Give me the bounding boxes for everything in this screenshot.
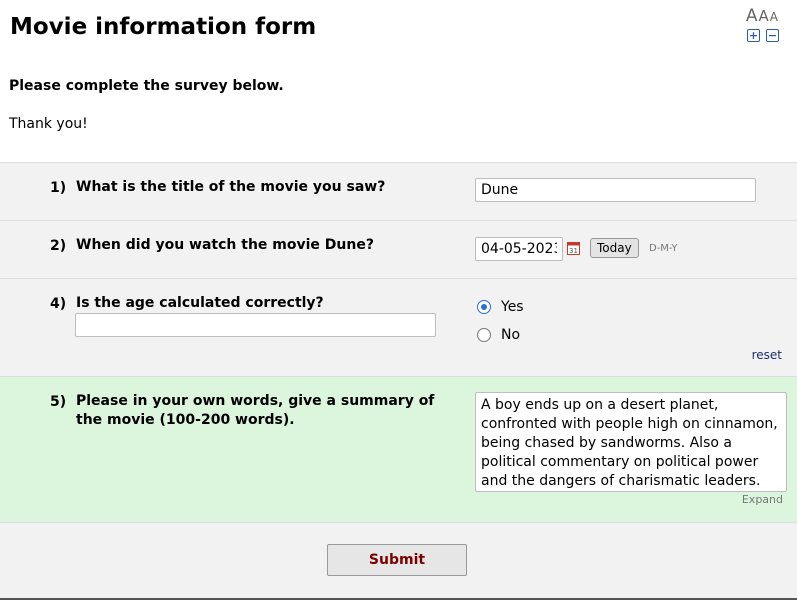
age-comment-input[interactable] [75,313,436,337]
question-text: Is the age calculated correctly? [76,295,324,311]
watch-date-input[interactable] [475,237,563,261]
question-row-2: 2) When did you watch the movie Dune? 31… [0,221,797,279]
font-size-large[interactable]: A [746,6,759,26]
question-row-4: 4) Is the age calculated correctly? Yes … [0,279,797,377]
question-text: Please in your own words, give a summary… [76,393,435,428]
question-number: 2) [50,238,67,254]
increase-font-icon[interactable]: + [747,29,760,42]
font-size-medium[interactable]: A [759,7,770,25]
radio-no-label: No [501,327,521,343]
question-text: What is the title of the movie you saw? [76,179,386,195]
page-title: Movie information form [10,14,317,40]
question-number: 5) [50,394,67,410]
radio-option-yes[interactable]: Yes [477,299,524,315]
question-number: 1) [50,180,67,196]
movie-title-input[interactable] [475,178,756,202]
reset-link[interactable]: reset [752,348,782,362]
submit-button[interactable]: Submit [327,544,467,576]
thanks-text: Thank you! [9,116,88,132]
expand-link[interactable]: Expand [742,493,783,506]
svg-text:31: 31 [569,247,578,255]
radio-yes[interactable] [477,300,491,314]
radio-yes-label: Yes [501,299,524,315]
question-text: When did you watch the movie Dune? [76,237,374,253]
summary-textarea[interactable]: A boy ends up on a desert planet, confro… [475,392,787,492]
question-row-5: 5) Please in your own words, give a summ… [0,377,797,523]
decrease-font-icon[interactable]: − [766,29,779,42]
question-row-1: 1) What is the title of the movie you sa… [0,163,797,221]
font-size-small[interactable]: A [770,10,779,24]
radio-no[interactable] [477,328,491,342]
font-size-options: AAA [746,6,779,26]
today-button[interactable]: Today [590,238,639,258]
form-header: Movie information form Please complete t… [0,0,797,163]
date-format-hint: D-M-Y [649,243,678,254]
intro-text: Please complete the survey below. [9,78,284,94]
submit-row: Submit [0,523,797,600]
font-size-controls: AAA + − [746,6,779,42]
radio-option-no[interactable]: No [477,327,520,343]
calendar-icon[interactable]: 31 [567,241,580,255]
question-number: 4) [50,296,67,312]
